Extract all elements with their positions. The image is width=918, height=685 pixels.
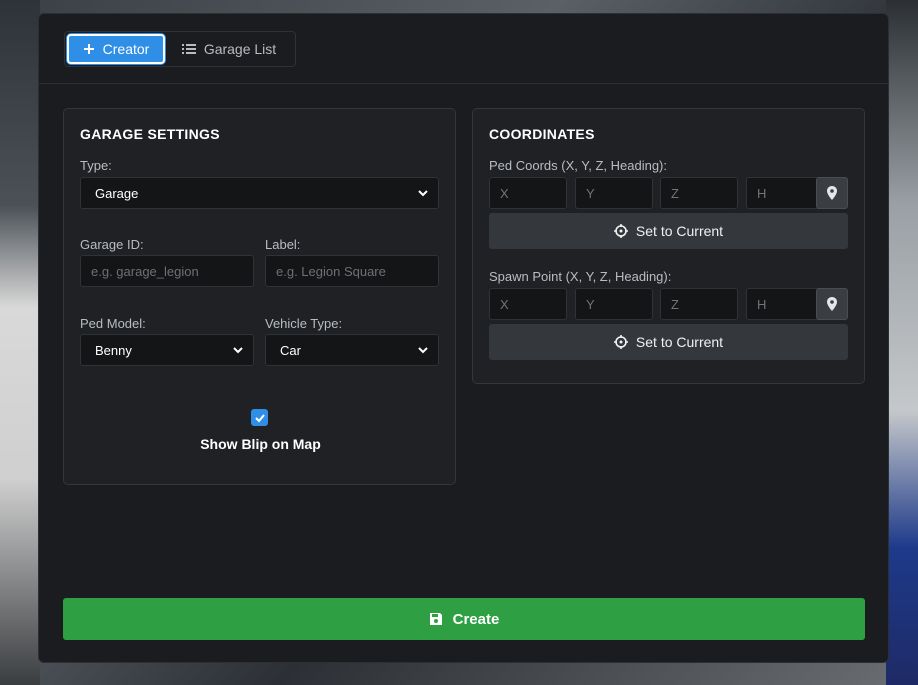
label-placeholder: e.g. Legion Square bbox=[276, 263, 386, 279]
spawn-h-placeholder: H bbox=[757, 296, 767, 312]
map-pin-icon bbox=[827, 186, 837, 200]
garage-id-placeholder: e.g. garage_legion bbox=[91, 263, 199, 279]
map-pin-icon bbox=[827, 297, 837, 311]
garage-settings-title: GARAGE SETTINGS bbox=[80, 126, 220, 142]
type-select[interactable]: Garage bbox=[80, 177, 439, 209]
ped-set-current-label: Set to Current bbox=[635, 223, 724, 239]
check-icon bbox=[254, 413, 265, 422]
spawn-z-placeholder: Z bbox=[671, 296, 679, 312]
spawn-point-label: Spawn Point (X, Y, Z, Heading): bbox=[489, 269, 672, 284]
ped-y-input[interactable]: Y bbox=[575, 177, 653, 209]
spawn-z-input[interactable]: Z bbox=[660, 288, 738, 320]
tab-bar: Creator Garage List bbox=[39, 14, 888, 84]
garage-id-input[interactable]: e.g. garage_legion bbox=[80, 255, 254, 287]
ped-set-current-button[interactable]: Set to Current bbox=[489, 213, 848, 249]
create-button-label: Create bbox=[452, 610, 500, 628]
spawn-y-placeholder: Y bbox=[586, 296, 595, 312]
tab-garage-list-label: Garage List bbox=[203, 41, 277, 57]
crosshair-icon bbox=[613, 335, 628, 349]
coordinates-card: COORDINATES Ped Coords (X, Y, Z, Heading… bbox=[472, 108, 865, 384]
vehicle-type-value: Car bbox=[280, 342, 301, 358]
chevron-down-icon bbox=[233, 347, 243, 354]
show-blip-checkbox[interactable] bbox=[251, 409, 268, 426]
spawn-x-placeholder: X bbox=[500, 296, 509, 312]
ped-z-placeholder: Z bbox=[671, 185, 679, 201]
crosshair-icon bbox=[613, 224, 628, 238]
ped-model-value: Benny bbox=[95, 342, 132, 358]
ped-h-placeholder: H bbox=[757, 185, 767, 201]
spawn-location-button[interactable] bbox=[816, 288, 848, 320]
spawn-y-input[interactable]: Y bbox=[575, 288, 653, 320]
show-blip-label: Show Blip on Map bbox=[200, 436, 321, 452]
vehicle-type-select[interactable]: Car bbox=[265, 334, 439, 366]
ped-x-placeholder: X bbox=[500, 185, 509, 201]
spawn-set-current-button[interactable]: Set to Current bbox=[489, 324, 848, 360]
spawn-x-input[interactable]: X bbox=[489, 288, 567, 320]
spawn-set-current-label: Set to Current bbox=[635, 334, 724, 350]
ped-z-input[interactable]: Z bbox=[660, 177, 738, 209]
plus-icon bbox=[83, 44, 94, 54]
ped-model-select[interactable]: Benny bbox=[80, 334, 254, 366]
tab-garage-list[interactable]: Garage List bbox=[165, 34, 293, 64]
type-label: Type: bbox=[80, 158, 112, 173]
vehicle-type-label: Vehicle Type: bbox=[265, 316, 343, 331]
type-select-value: Garage bbox=[95, 185, 139, 201]
tab-group: Creator Garage List bbox=[64, 31, 296, 67]
ped-model-label: Ped Model: bbox=[80, 316, 146, 331]
background-left bbox=[0, 0, 40, 685]
garage-id-label: Garage ID: bbox=[80, 237, 144, 252]
tab-creator[interactable]: Creator bbox=[67, 34, 165, 64]
tab-creator-label: Creator bbox=[102, 41, 150, 57]
list-icon bbox=[181, 44, 196, 54]
ped-y-placeholder: Y bbox=[586, 185, 595, 201]
chevron-down-icon bbox=[418, 347, 428, 354]
label-label: Label: bbox=[265, 237, 301, 252]
ped-location-button[interactable] bbox=[816, 177, 848, 209]
create-button[interactable]: Create bbox=[63, 598, 865, 640]
save-icon bbox=[429, 613, 442, 625]
background-right bbox=[886, 0, 918, 685]
garage-creator-panel: Creator Garage List GARAGE SETTINGS Type… bbox=[38, 13, 889, 663]
ped-coords-label: Ped Coords (X, Y, Z, Heading): bbox=[489, 158, 668, 173]
spawn-h-input[interactable]: H bbox=[746, 288, 824, 320]
chevron-down-icon bbox=[418, 190, 428, 197]
label-input[interactable]: e.g. Legion Square bbox=[265, 255, 439, 287]
coordinates-title: COORDINATES bbox=[489, 126, 595, 142]
ped-h-input[interactable]: H bbox=[746, 177, 824, 209]
ped-x-input[interactable]: X bbox=[489, 177, 567, 209]
garage-settings-card: GARAGE SETTINGS Type: Garage Garage ID: … bbox=[63, 108, 456, 485]
